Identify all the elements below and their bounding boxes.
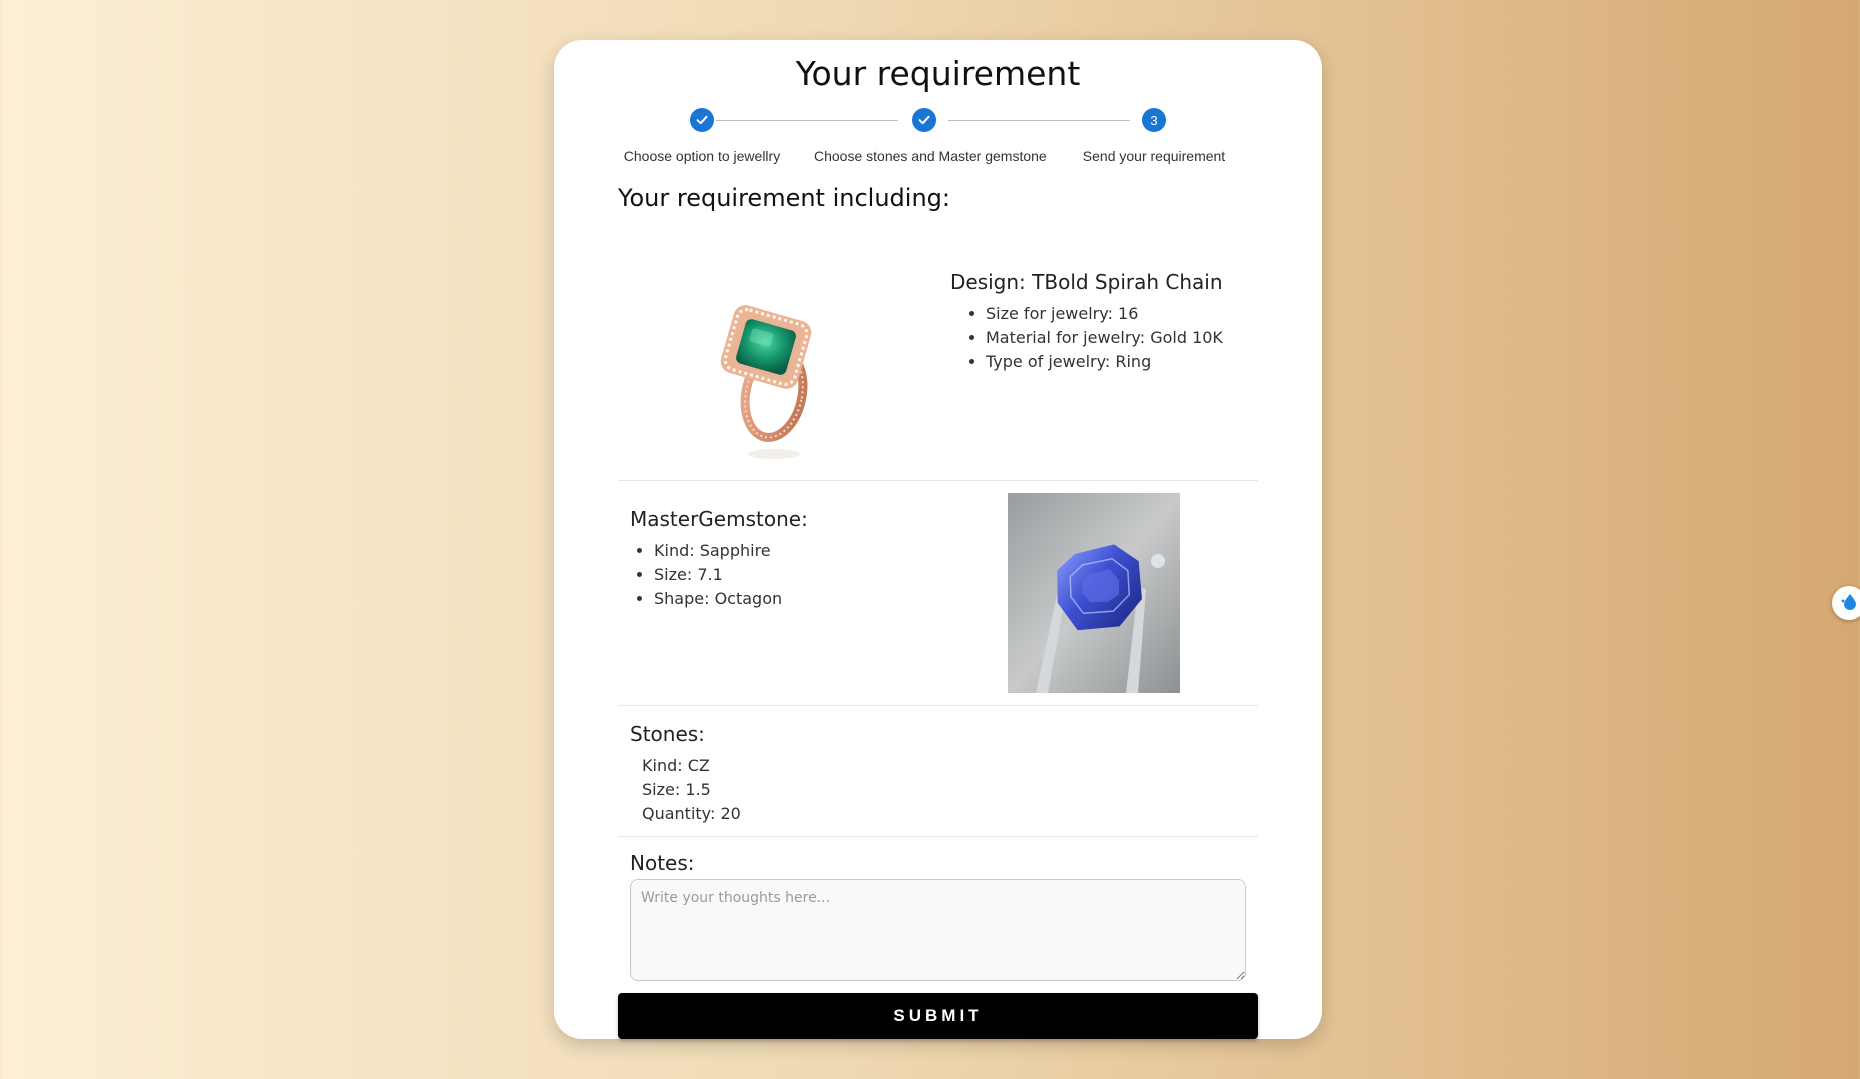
master-gemstone-info: MasterGemstone: Kind: Sapphire Size: 7.1…	[630, 507, 808, 611]
step-3-label: Send your requirement	[1082, 148, 1226, 164]
master-shape-item: Shape: Octagon	[654, 587, 808, 611]
step-2[interactable]: Choose stones and Master gemstone	[814, 108, 1047, 164]
step-1-check-icon	[690, 108, 714, 132]
notes-title: Notes:	[630, 851, 695, 875]
master-gemstone-list: Kind: Sapphire Size: 7.1 Shape: Octagon	[630, 539, 808, 611]
requirement-card: Your requirement Choose option to jewell…	[554, 40, 1322, 1039]
design-title: Design: TBold Spirah Chain	[950, 270, 1223, 294]
step-3[interactable]: 3 Send your requirement	[1044, 108, 1264, 164]
stones-title: Stones:	[630, 722, 705, 746]
step-2-check-icon	[912, 108, 936, 132]
submit-button[interactable]: SUBMIT	[618, 993, 1258, 1039]
ring-image	[718, 302, 828, 462]
step-3-number: 3	[1142, 108, 1166, 132]
sapphire-image	[1008, 493, 1180, 693]
design-section: Design: TBold Spirah Chain Size for jewe…	[618, 232, 1258, 481]
page-title: Your requirement	[795, 54, 1081, 93]
master-gemstone-section: MasterGemstone: Kind: Sapphire Size: 7.1…	[618, 481, 1258, 706]
notes-section: Notes: SUBMIT	[618, 837, 1258, 1039]
design-material-item: Material for jewelry: Gold 10K	[986, 326, 1223, 350]
design-info: Design: TBold Spirah Chain Size for jewe…	[950, 270, 1223, 374]
stones-kind-item: Kind: CZ	[642, 756, 710, 775]
stones-list: Kind: CZ Size: 1.5 Quantity: 20	[630, 754, 741, 826]
summary-heading: Your requirement including:	[618, 184, 950, 212]
step-2-label: Choose stones and Master gemstone	[814, 148, 1047, 164]
design-size-item: Size for jewelry: 16	[986, 302, 1223, 326]
stones-section: Stones: Kind: CZ Size: 1.5 Quantity: 20	[618, 706, 1258, 837]
design-type-item: Type of jewelry: Ring	[986, 350, 1223, 374]
step-1-label: Choose option to jewellry	[623, 148, 781, 164]
step-1[interactable]: Choose option to jewellry	[592, 108, 812, 164]
master-size-item: Size: 7.1	[654, 563, 808, 587]
master-kind-item: Kind: Sapphire	[654, 539, 808, 563]
stones-info: Stones: Kind: CZ Size: 1.5 Quantity: 20	[630, 722, 741, 826]
design-details-list: Size for jewelry: 16 Material for jewelr…	[950, 302, 1223, 374]
water-drop-icon	[1840, 592, 1858, 614]
notes-textarea[interactable]	[630, 879, 1246, 981]
side-widget-button[interactable]	[1832, 586, 1860, 620]
master-gemstone-title: MasterGemstone:	[630, 507, 808, 531]
stones-size-item: Size: 1.5	[642, 780, 711, 799]
stones-quantity-item: Quantity: 20	[642, 804, 741, 823]
